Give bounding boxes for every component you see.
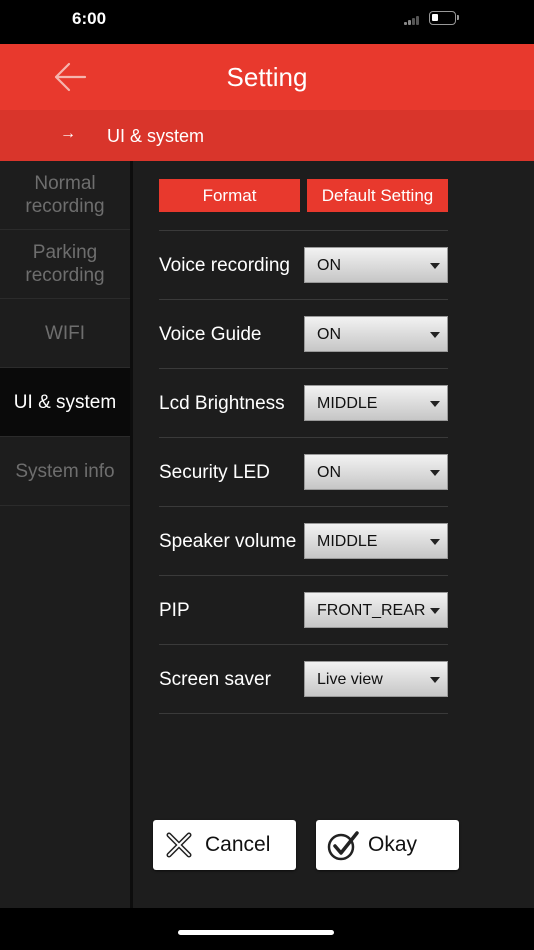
- okay-label: Okay: [368, 833, 418, 856]
- select-value: MIDDLE: [317, 395, 378, 412]
- home-indicator[interactable]: [178, 930, 334, 935]
- settings-panel: Format Default Setting Voice recording O…: [133, 161, 534, 908]
- page-title: Setting: [226, 62, 308, 92]
- breadcrumb: → UI & system: [0, 110, 534, 161]
- sidebar-item-label: WIFI: [44, 322, 86, 344]
- setting-label: Voice Guide: [159, 324, 262, 345]
- sidebar-item-ui-system[interactable]: UI & system: [0, 368, 130, 437]
- setting-row-speaker-volume: Speaker volume MIDDLE: [159, 506, 448, 575]
- pip-select[interactable]: FRONT_REAR: [304, 592, 448, 628]
- select-value: ON: [317, 257, 341, 274]
- setting-row-voice-guide: Voice Guide ON: [159, 299, 448, 368]
- status-time: 6:00: [72, 9, 107, 28]
- status-bar: 6:00: [0, 0, 534, 44]
- caret-down-icon: [430, 401, 440, 407]
- check-circle-icon: [327, 831, 359, 861]
- select-value: Live view: [317, 671, 383, 688]
- screen-saver-select[interactable]: Live view: [304, 661, 448, 697]
- app-header: Setting: [0, 44, 534, 110]
- format-button[interactable]: Format: [159, 179, 300, 212]
- signal-icon: [404, 15, 422, 25]
- setting-label: Speaker volume: [159, 531, 297, 552]
- select-value: ON: [317, 464, 341, 481]
- row-divider: [159, 713, 448, 714]
- close-icon: [166, 832, 192, 858]
- sidebar-item-label: Normal recording: [25, 173, 105, 217]
- select-value: ON: [317, 326, 341, 343]
- select-value: FRONT_REAR: [317, 602, 426, 619]
- sidebar-item-parking-recording[interactable]: Parking recording: [0, 230, 130, 299]
- setting-row-lcd-brightness: Lcd Brightness MIDDLE: [159, 368, 448, 437]
- default-setting-button[interactable]: Default Setting: [307, 179, 448, 212]
- setting-label: Screen saver: [159, 669, 271, 690]
- breadcrumb-arrow-icon: →: [60, 125, 76, 142]
- voice-recording-select[interactable]: ON: [304, 247, 448, 283]
- caret-down-icon: [430, 263, 440, 269]
- sidebar-item-label: System info: [15, 460, 115, 482]
- setting-label: PIP: [159, 600, 190, 621]
- setting-label: Lcd Brightness: [159, 393, 285, 414]
- caret-down-icon: [430, 677, 440, 683]
- sidebar: Normal recording Parking recording WIFI …: [0, 161, 130, 908]
- setting-row-security-led: Security LED ON: [159, 437, 448, 506]
- caret-down-icon: [430, 539, 440, 545]
- caret-down-icon: [430, 332, 440, 338]
- lcd-brightness-select[interactable]: MIDDLE: [304, 385, 448, 421]
- setting-row-screen-saver: Screen saver Live view: [159, 644, 448, 713]
- cancel-label: Cancel: [205, 833, 271, 856]
- battery-icon: [429, 11, 459, 25]
- setting-label: Voice recording: [159, 255, 290, 276]
- sidebar-item-system-info[interactable]: System info: [0, 437, 130, 506]
- bottom-bar: [0, 908, 534, 950]
- security-led-select[interactable]: ON: [304, 454, 448, 490]
- sidebar-item-label: UI & system: [13, 391, 117, 413]
- okay-button[interactable]: Okay: [316, 820, 459, 870]
- sidebar-item-wifi[interactable]: WIFI: [0, 299, 130, 368]
- voice-guide-select[interactable]: ON: [304, 316, 448, 352]
- sidebar-item-label: Parking recording: [25, 242, 105, 286]
- setting-row-voice-recording: Voice recording ON: [159, 230, 448, 299]
- speaker-volume-select[interactable]: MIDDLE: [304, 523, 448, 559]
- caret-down-icon: [430, 608, 440, 614]
- cancel-button[interactable]: Cancel: [153, 820, 296, 870]
- sidebar-item-normal-recording[interactable]: Normal recording: [0, 161, 130, 230]
- breadcrumb-text: UI & system: [107, 126, 205, 146]
- setting-label: Security LED: [159, 462, 270, 483]
- setting-row-pip: PIP FRONT_REAR: [159, 575, 448, 644]
- select-value: MIDDLE: [317, 533, 378, 550]
- caret-down-icon: [430, 470, 440, 476]
